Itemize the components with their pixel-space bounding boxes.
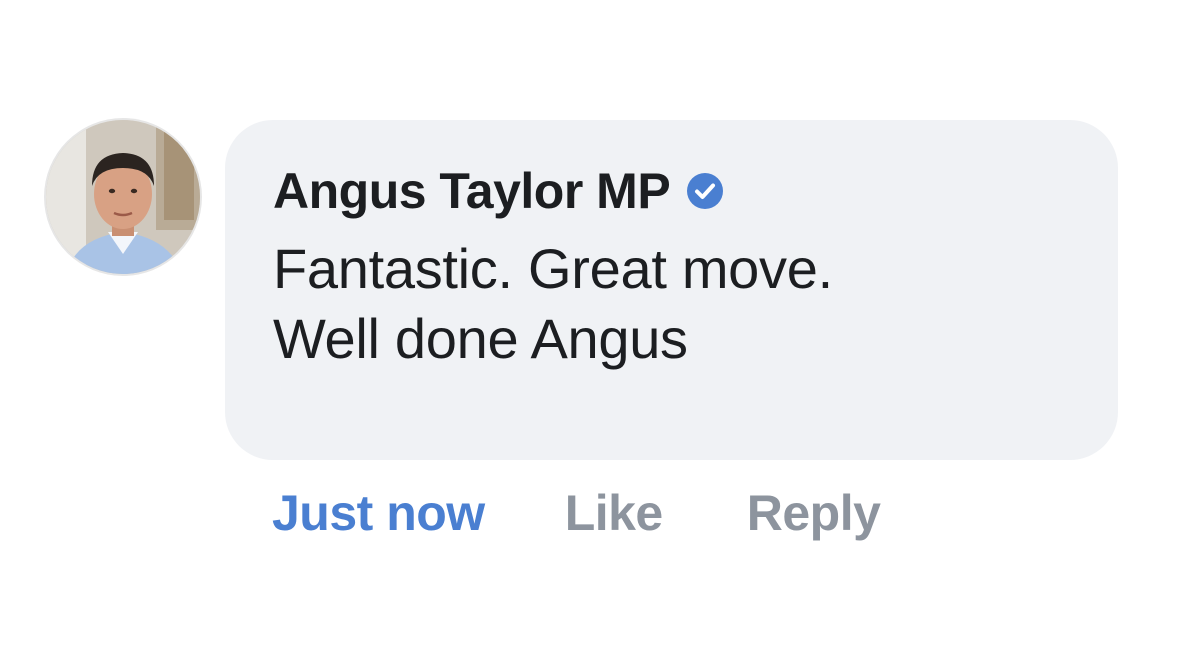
comment-bubble: Angus Taylor MP Fantastic. Great move. W… — [225, 120, 1118, 460]
verified-badge-icon — [686, 172, 724, 210]
author-name[interactable]: Angus Taylor MP — [273, 162, 671, 220]
comment-text: Fantastic. Great move. Well done Angus — [273, 234, 1068, 374]
avatar-photo — [46, 120, 200, 274]
timestamp-link[interactable]: Just now — [272, 484, 485, 542]
comment-text-line: Fantastic. Great move. — [273, 237, 833, 300]
reply-button[interactable]: Reply — [747, 484, 881, 542]
comment-text-line: Well done Angus — [273, 307, 688, 370]
author-row: Angus Taylor MP — [273, 156, 1068, 226]
comment-container: Angus Taylor MP Fantastic. Great move. W… — [0, 0, 1200, 650]
avatar[interactable] — [46, 120, 200, 274]
comment-actions: Just now Like Reply — [272, 478, 881, 548]
like-button[interactable]: Like — [565, 484, 664, 542]
